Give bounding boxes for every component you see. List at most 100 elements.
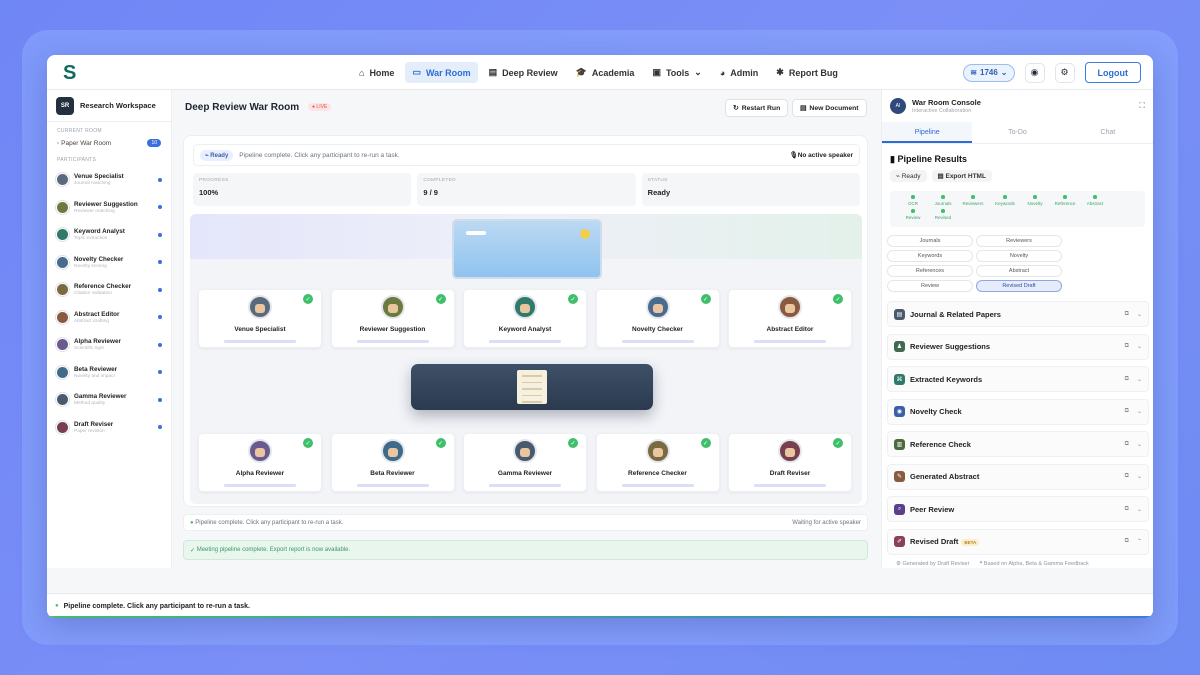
live-badge: ● LIVE	[308, 103, 332, 111]
avatar	[513, 295, 537, 319]
copy-icon[interactable]: ⧉	[1125, 441, 1129, 448]
restart-run-button[interactable]: ↻ Restart Run	[725, 99, 789, 117]
avatar	[56, 228, 69, 242]
chevron-down-icon[interactable]: ⌄	[1137, 473, 1142, 480]
section-icon: ♟	[894, 341, 905, 352]
metric-value: 100%	[199, 188, 219, 197]
tab-chat[interactable]: Chat	[1063, 122, 1153, 143]
section-title-label: Reference Check	[910, 439, 971, 449]
chevron-down-icon[interactable]: ⌄	[1137, 506, 1142, 513]
settings-button[interactable]: ⚙	[1054, 62, 1075, 83]
result-section[interactable]: ▥ Reference Check ⧉ ⌄	[887, 431, 1149, 457]
refresh-icon: ↻	[733, 105, 739, 112]
participant-item[interactable]: Abstract Editor Abstract drafting	[47, 304, 171, 332]
participant-card[interactable]: ✓ Keyword Analyst	[463, 289, 587, 348]
nav-label: War Room	[425, 67, 471, 78]
filter-chip[interactable]: Reviewers	[976, 235, 1062, 247]
logout-button[interactable]: Logout	[1084, 62, 1141, 83]
chevron-down-icon: ⌄	[1000, 68, 1008, 77]
participant-item[interactable]: Novelty Checker Novelty scoring	[47, 249, 171, 277]
filter-chip[interactable]: Revised Draft	[976, 280, 1062, 292]
avatar	[56, 393, 69, 407]
ready-button[interactable]: ⌁ Ready	[890, 170, 927, 182]
nav-item-report-bug[interactable]: ✱ Report Bug	[769, 62, 845, 83]
face	[652, 448, 663, 457]
result-section[interactable]: ⌘ Extracted Keywords ⧉ ⌄	[887, 366, 1149, 392]
filter-chip[interactable]: Abstract	[976, 265, 1062, 277]
section-icon: ✐	[894, 536, 905, 547]
app-logo[interactable]: S	[63, 63, 83, 83]
avatar	[380, 439, 405, 463]
participant-item[interactable]: Keyword Analyst Topic extraction	[47, 221, 171, 249]
nav-item-home[interactable]: ⌂ Home	[352, 62, 401, 83]
export-html-button[interactable]: ▤ Export HTML	[931, 170, 992, 182]
participant-card[interactable]: ✓ Abstract Editor	[728, 289, 852, 348]
chevron-down-icon[interactable]: ⌄	[1137, 343, 1142, 350]
pipeline-results-label: Pipeline Results	[897, 154, 967, 164]
chevron-down-icon[interactable]: ⌄	[1137, 376, 1142, 383]
copy-icon[interactable]: ⧉	[1125, 343, 1129, 350]
avatar	[778, 295, 802, 319]
face	[387, 304, 398, 313]
participant-card[interactable]: ✓ Novelty Checker	[595, 289, 720, 348]
copy-icon[interactable]: ⧉	[1125, 408, 1129, 415]
paper-document-icon[interactable]	[517, 370, 547, 404]
filter-chip[interactable]: Review	[887, 280, 973, 292]
nav-item-academia[interactable]: 🎓 Academia	[569, 62, 642, 83]
current-room-item[interactable]: ◦ Paper War Room 10	[47, 137, 171, 149]
result-section[interactable]: ⌕ Peer Review ⧉ ⌄	[887, 496, 1149, 522]
participant-item[interactable]: Draft Reviser Paper revision	[47, 414, 171, 442]
copy-icon[interactable]: ⧉	[1125, 473, 1129, 480]
tab-todo[interactable]: To-Do	[972, 122, 1062, 143]
workspace-badge: SR	[56, 96, 74, 115]
gear-icon: ⚙	[1060, 67, 1069, 77]
console-header: AI War Room Console Interactive Collabor…	[882, 90, 1153, 122]
copy-icon[interactable]: ⧉	[1125, 376, 1129, 383]
card-glow	[224, 484, 296, 487]
result-section[interactable]: ♟ Reviewer Suggestions ⧉ ⌄	[887, 333, 1149, 360]
participant-card[interactable]: ✓ Reviewer Suggestion	[330, 289, 455, 348]
participant-item[interactable]: Gamma Reviewer Method quality	[47, 386, 171, 414]
pipeline-step: Novelty	[1020, 195, 1050, 206]
participant-card[interactable]: ✓ Venue Specialist	[198, 289, 322, 348]
nav-item-tools[interactable]: ▣ Tools ⌄	[645, 62, 708, 83]
result-section[interactable]: ▤ Journal & Related Papers ⧉ ⌄	[887, 301, 1149, 327]
new-document-button[interactable]: ▤ New Document	[792, 99, 867, 117]
participant-card[interactable]: ✓ Draft Reviser	[728, 433, 852, 492]
result-section[interactable]: ✐ Revised Draft BETA ⧉ ⌃	[887, 528, 1149, 555]
chevron-down-icon[interactable]: ⌄	[1137, 311, 1142, 318]
filter-chip[interactable]: Novelty	[976, 250, 1062, 262]
copy-icon[interactable]: ⧉	[1125, 311, 1129, 318]
chevron-up-icon[interactable]: ⌃	[1137, 538, 1142, 545]
chevron-down-icon[interactable]: ⌄	[1137, 441, 1142, 448]
participant-item[interactable]: Venue Specialist Journal matching	[47, 166, 171, 194]
tab-pipeline[interactable]: Pipeline	[882, 122, 973, 143]
participant-item[interactable]: Reference Checker Citation validation	[47, 276, 171, 304]
bottom-status-bar: ● Pipeline complete. Click any participa…	[47, 593, 1153, 618]
avatar	[56, 255, 69, 269]
section-icon: ▥	[894, 438, 905, 450]
pipeline-step: Keywords	[990, 195, 1020, 206]
nav-item-admin[interactable]: ◕ Admin	[713, 62, 765, 83]
result-section[interactable]: ◉ Novelty Check ⧉ ⌄	[887, 398, 1149, 425]
copy-icon[interactable]: ⧉	[1125, 506, 1129, 513]
participant-card[interactable]: ✓ Beta Reviewer	[330, 433, 455, 492]
participant-card[interactable]: ✓ Gamma Reviewer	[463, 433, 587, 492]
chevron-down-icon[interactable]: ⌄	[1137, 408, 1142, 415]
filter-chip[interactable]: References	[887, 265, 973, 277]
nav-item-deep-review[interactable]: ▤ Deep Review	[482, 62, 565, 83]
nav-item-war-room[interactable]: ▭ War Room	[405, 62, 478, 83]
filter-chip[interactable]: Journals	[887, 235, 973, 247]
participant-card[interactable]: ✓ Reference Checker	[595, 433, 720, 492]
copy-icon[interactable]: ⧉	[1125, 538, 1129, 545]
participant-item[interactable]: Beta Reviewer Novelty and impact	[47, 359, 171, 387]
result-section[interactable]: ✎ Generated Abstract ⧉ ⌄	[887, 463, 1149, 490]
filter-chip[interactable]: Keywords	[887, 250, 973, 262]
participant-card[interactable]: ✓ Alpha Reviewer	[198, 433, 322, 492]
expand-icon[interactable]: ⛶	[1139, 101, 1145, 111]
profile-button[interactable]: ◉	[1024, 62, 1045, 83]
workspace-header[interactable]: SR Research Workspace	[47, 90, 171, 122]
participant-item[interactable]: Reviewer Suggestion Reviewer matching	[47, 194, 171, 222]
participant-item[interactable]: Alpha Reviewer Scientific rigor	[47, 331, 171, 359]
credits-pill[interactable]: ≋ 1746 ⌄	[963, 63, 1015, 82]
